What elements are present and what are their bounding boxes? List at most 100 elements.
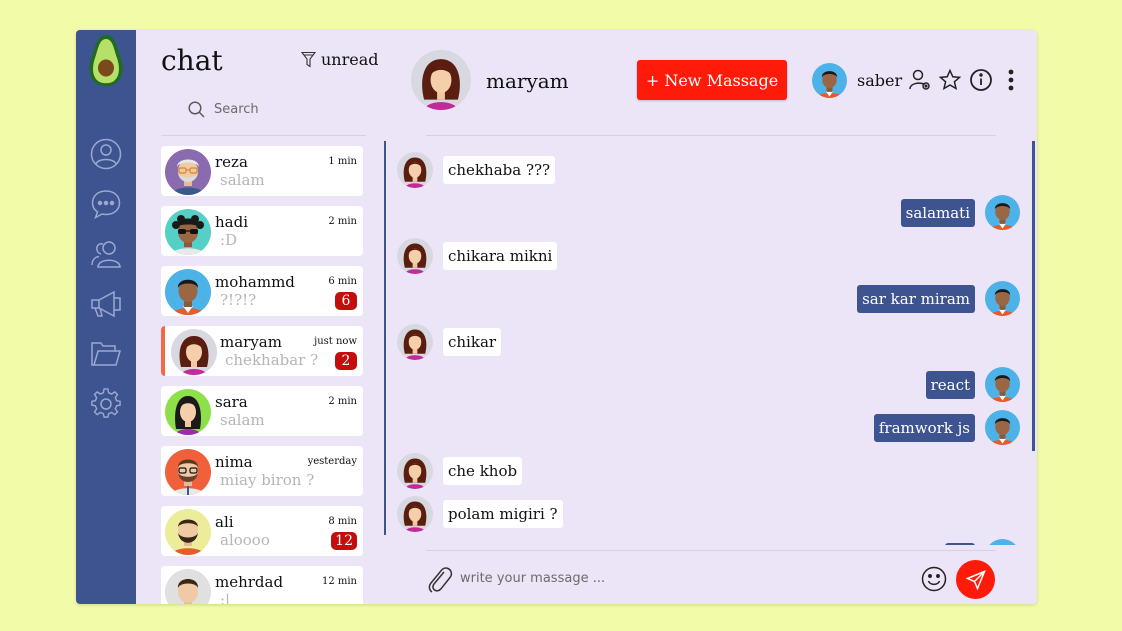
user-settings-icon[interactable] (908, 68, 932, 92)
conversation-preview: :| (220, 591, 231, 604)
chat-list-panel: chat unread Search reza salam 1 min hadi… (136, 30, 384, 604)
conversation-name: reza (215, 153, 248, 171)
conversation-item-ali[interactable]: ali aloooo 8 min 12 (161, 506, 363, 556)
message-incoming: che khob (397, 453, 523, 489)
conversation-preview: aloooo (220, 531, 270, 549)
avatar (165, 389, 211, 435)
contact-name: maryam (486, 69, 569, 93)
conversation-item-reza[interactable]: reza salam 1 min (161, 146, 363, 196)
avatar (985, 281, 1020, 316)
avatar (165, 149, 211, 195)
conversation-preview: chekhabar ? (225, 351, 319, 369)
message-thread: chekhaba ??? salamati chikara mikni sar … (384, 141, 1037, 545)
message-bubble: sar kar miram (857, 284, 975, 313)
unread-badge: 12 (331, 532, 357, 550)
message-bubble: chekhaba ??? (443, 156, 556, 184)
profile-icon[interactable] (90, 138, 122, 170)
conversation-time: yesterday (307, 456, 357, 467)
message-outgoing: sar kar miram (857, 281, 1020, 316)
avatar (165, 449, 211, 495)
more-options-icon[interactable] (999, 68, 1023, 92)
new-message-button[interactable]: + New Massage (637, 60, 787, 100)
message-incoming: chekhaba ??? (397, 152, 556, 188)
settings-icon[interactable] (90, 388, 122, 420)
thread-left-border (384, 141, 386, 535)
conversation-item-nima[interactable]: nima miay biron ? yesterday (161, 446, 363, 496)
contacts-icon[interactable] (90, 238, 122, 270)
search-input[interactable] (214, 102, 364, 117)
folder-icon[interactable] (90, 338, 122, 370)
send-button[interactable] (956, 560, 995, 599)
conversation-name: hadi (215, 213, 249, 231)
avatar (985, 195, 1020, 230)
chat-list-title: chat (161, 44, 223, 77)
conversation-preview: salam (220, 411, 265, 429)
message-bubble: polam migiri ? (443, 500, 563, 528)
message-bubble: chikara mikni (443, 242, 558, 270)
message-bubble: che khob (443, 457, 523, 485)
conversation-time: 2 min (328, 216, 357, 227)
composer-divider (426, 550, 996, 551)
chat-app-window: chat unread Search reza salam 1 min hadi… (76, 30, 1037, 604)
filter-icon (301, 51, 316, 68)
conversation-time: 1 min (328, 156, 357, 167)
conversation-preview: miay biron ? (220, 471, 315, 489)
avatar (165, 509, 211, 555)
conversation-item-mohammd[interactable]: mohammd ?!?!? 6 min 6 (161, 266, 363, 316)
message-bubble (945, 542, 975, 545)
conversation-time: 8 min (328, 516, 357, 527)
message-incoming: polam migiri ? (397, 496, 563, 532)
message-outgoing: salamati (900, 195, 1020, 230)
conversation-item-maryam[interactable]: maryam chekhabar ? just now 2 (161, 326, 363, 376)
unread-badge: 2 (335, 352, 357, 370)
message-outgoing-partial (945, 539, 1020, 545)
message-bubble: react (925, 370, 975, 399)
message-bubble: framwork js (873, 413, 975, 442)
attachment-icon[interactable] (425, 564, 453, 594)
conversation-preview: :D (220, 231, 238, 249)
megaphone-icon[interactable] (90, 288, 122, 320)
message-bubble: salamati (900, 198, 975, 227)
message-input[interactable] (460, 571, 820, 586)
message-incoming: chikara mikni (397, 238, 558, 274)
conversation-item-hadi[interactable]: hadi :D 2 min (161, 206, 363, 256)
contact-avatar[interactable] (411, 50, 471, 110)
info-icon[interactable] (969, 68, 993, 92)
conversation-list: reza salam 1 min hadi:D 2 min mohammd ?… (161, 146, 367, 604)
unread-filter-label: unread (321, 50, 379, 69)
list-divider (161, 135, 366, 136)
conversation-preview: ?!?!? (220, 291, 257, 309)
unread-filter[interactable]: unread (301, 50, 379, 69)
conversation-name: mehrdad (215, 573, 284, 591)
search-icon (188, 101, 205, 118)
avatar (397, 324, 433, 360)
star-icon[interactable] (938, 68, 962, 92)
conversation-name: sara (215, 393, 248, 411)
conversation-name: nima (215, 453, 253, 471)
avatar (165, 569, 211, 604)
conversation-preview: salam (220, 171, 265, 189)
conversation-time: 2 min (328, 396, 357, 407)
conversation-name: ali (215, 513, 234, 531)
send-icon (965, 569, 986, 590)
message-incoming: chikar (397, 324, 502, 360)
avatar (397, 453, 433, 489)
emoji-icon[interactable] (921, 566, 947, 592)
unread-badge: 6 (335, 292, 357, 310)
chat-bubble-icon[interactable] (90, 188, 122, 220)
avocado-logo-icon (89, 35, 123, 86)
user-avatar[interactable] (812, 63, 847, 98)
conversation-panel: maryam + New Massage saber chekhaba ??? … (384, 30, 1037, 604)
avatar (985, 367, 1020, 402)
sidebar-rail (76, 30, 136, 604)
conversation-item-mehrdad[interactable]: mehrdad :| 12 min (161, 566, 363, 604)
user-name: saber (857, 71, 903, 90)
search-bar (188, 101, 364, 118)
avatar (397, 496, 433, 532)
avatar (397, 238, 433, 274)
avatar (985, 410, 1020, 445)
conversation-name: maryam (220, 333, 282, 351)
conversation-item-sara[interactable]: sara salam 2 min (161, 386, 363, 436)
thread-scrollbar[interactable] (1032, 141, 1035, 451)
avatar (985, 539, 1020, 545)
